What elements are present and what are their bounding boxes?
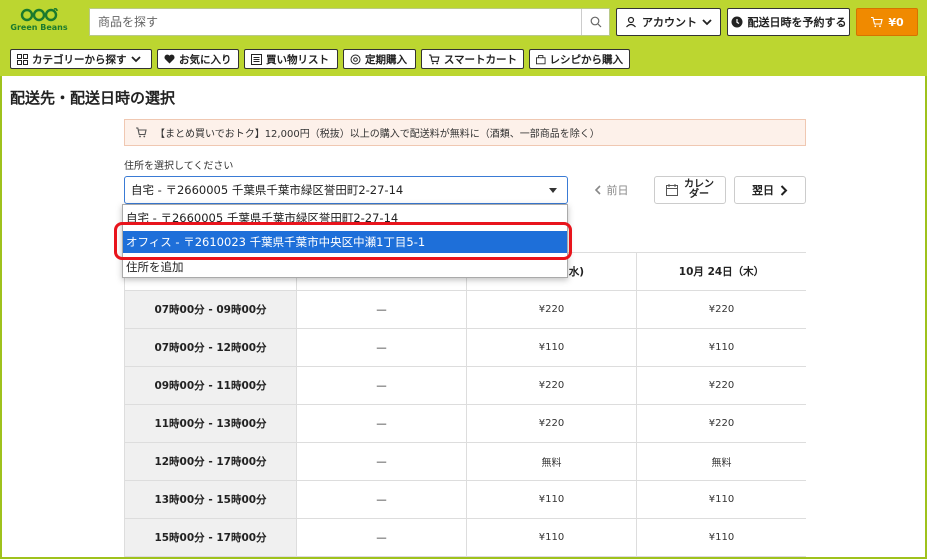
calendar-label: カレンダー	[684, 179, 714, 200]
time-slot: 09時00分 - 11時00分	[124, 366, 297, 405]
logo-text: Green Beans	[10, 23, 68, 32]
nav-subscription-button[interactable]: 定期購入	[343, 49, 416, 69]
slot-price[interactable]: 無料	[636, 442, 806, 481]
delivery-slot-table: (水) 10月 24日（木） 07時00分 - 09時00分 — ¥220 ¥2…	[124, 252, 806, 559]
address-select[interactable]: 自宅 - 〒2660005 千葉県千葉市緑区誉田町2-27-14	[124, 176, 568, 204]
cart-icon	[136, 127, 147, 138]
address-option-office[interactable]: オフィス - 〒2610023 千葉県千葉市中央区中瀬1丁目5-1	[123, 231, 567, 253]
nav-favorites-button[interactable]: お気に入り	[157, 49, 239, 69]
table-row: 13時00分 - 15時00分 — ¥110 ¥110	[124, 480, 806, 519]
nav-shopping-list-button[interactable]: 買い物リスト	[244, 49, 338, 69]
nav-label: カテゴリーから探す	[32, 53, 127, 66]
slot-unavailable: —	[296, 404, 467, 443]
address-dropdown-list: 自宅 - 〒2660005 千葉県千葉市緑区誉田町2-27-14 オフィス - …	[122, 204, 568, 278]
table-row: 07時00分 - 12時00分 — ¥110 ¥110	[124, 328, 806, 367]
repeat-icon	[350, 54, 361, 64]
slot-unavailable: —	[296, 328, 467, 367]
table-row: 07時00分 - 09時00分 — ¥220 ¥220	[124, 290, 806, 329]
search-icon	[590, 16, 601, 28]
reserve-label: 配送日時を予約する	[747, 16, 847, 29]
account-button[interactable]: アカウント	[616, 8, 721, 36]
slot-price[interactable]: ¥220	[636, 404, 806, 443]
table-row: 15時00分 - 17時00分 — ¥110 ¥110	[124, 518, 806, 557]
next-day-label: 翌日	[752, 184, 774, 197]
slot-price[interactable]: ¥110	[466, 518, 637, 557]
chevron-down-icon	[702, 19, 712, 26]
time-slot: 11時00分 - 13時00分	[124, 404, 297, 443]
address-label: 住所を選択してください	[124, 161, 234, 172]
next-day-button[interactable]: 翌日	[734, 176, 806, 204]
nav-label: 買い物リスト	[266, 53, 329, 66]
slot-unavailable: —	[296, 518, 467, 557]
slot-price[interactable]: ¥220	[466, 366, 637, 405]
user-icon	[626, 16, 636, 28]
nav-label: 定期購入	[365, 53, 407, 66]
nav-label: スマートカート	[443, 53, 517, 66]
time-slot: 12時00分 - 17時00分	[124, 442, 297, 481]
prev-day-button[interactable]: 前日	[576, 176, 646, 204]
chevron-down-icon	[130, 56, 141, 63]
search-button[interactable]	[581, 9, 609, 35]
address-option-add[interactable]: 住所を追加	[123, 256, 567, 278]
slot-price[interactable]: ¥110	[636, 328, 806, 367]
slot-unavailable: —	[296, 480, 467, 519]
list-icon	[251, 53, 262, 65]
reserve-delivery-button[interactable]: 配送日時を予約する	[727, 8, 850, 36]
slot-price[interactable]: ¥110	[636, 518, 806, 557]
time-slot: 07時00分 - 09時00分	[124, 290, 297, 329]
grid-icon	[17, 53, 28, 65]
caret-down-icon	[549, 188, 557, 193]
recipe-icon	[536, 54, 546, 64]
slot-price[interactable]: ¥110	[636, 480, 806, 519]
heart-icon	[164, 54, 175, 64]
address-selected-value: 自宅 - 〒2660005 千葉県千葉市緑区誉田町2-27-14	[131, 183, 404, 197]
cart-icon	[871, 16, 884, 28]
calendar-button[interactable]: カレンダー	[654, 176, 726, 204]
clock-icon	[731, 16, 742, 28]
logo[interactable]: Green Beans	[10, 6, 68, 38]
time-slot: 13時00分 - 15時00分	[124, 480, 297, 519]
address-option-home[interactable]: 自宅 - 〒2660005 千葉県千葉市緑区誉田町2-27-14	[123, 207, 567, 229]
slot-unavailable: —	[296, 442, 467, 481]
calendar-icon	[666, 184, 678, 196]
prev-day-label: 前日	[606, 184, 629, 197]
slot-price[interactable]: 無料	[466, 442, 637, 481]
table-row: 09時00分 - 11時00分 — ¥220 ¥220	[124, 366, 806, 405]
slot-price[interactable]: ¥110	[466, 328, 637, 367]
chevron-left-icon	[594, 185, 601, 195]
nav-label: レシピから購入	[549, 53, 624, 66]
nav-label: お気に入り	[179, 53, 232, 66]
logo-rings-icon	[20, 8, 58, 22]
promo-banner: 【まとめ買いでおトク】12,000円（税抜）以上の購入で配送料が無料に（酒類、一…	[124, 119, 806, 146]
cart-button[interactable]: ¥0	[856, 8, 918, 36]
time-slot: 15時00分 - 17時00分	[124, 518, 297, 557]
table-header: 10月 24日（木）	[636, 252, 806, 291]
slot-price[interactable]: ¥220	[466, 404, 637, 443]
cart-total: ¥0	[888, 15, 904, 29]
nav-category-button[interactable]: カテゴリーから探す	[10, 49, 152, 69]
account-label: アカウント	[642, 16, 697, 29]
header: Green Beans アカウント 配送日時を予約する	[0, 0, 927, 76]
search-input[interactable]	[98, 9, 568, 35]
nav-smart-cart-button[interactable]: スマートカート	[421, 49, 524, 69]
chevron-right-icon	[780, 184, 788, 196]
search-box	[89, 8, 610, 36]
time-slot: 07時00分 - 12時00分	[124, 328, 297, 367]
slot-unavailable: —	[296, 366, 467, 405]
slot-price[interactable]: ¥220	[466, 290, 637, 329]
slot-unavailable: —	[296, 290, 467, 329]
table-row: 12時00分 - 17時00分 — 無料 無料	[124, 442, 806, 481]
page-title: 配送先・配送日時の選択	[10, 89, 176, 107]
slot-price[interactable]: ¥110	[466, 480, 637, 519]
slot-price[interactable]: ¥220	[636, 290, 806, 329]
nav-recipe-button[interactable]: レシピから購入	[529, 49, 630, 69]
table-row: 11時00分 - 13時00分 — ¥220 ¥220	[124, 404, 806, 443]
slot-price[interactable]: ¥220	[636, 366, 806, 405]
promo-text: 【まとめ買いでおトク】12,000円（税抜）以上の購入で配送料が無料に（酒類、一…	[155, 129, 600, 140]
cart-icon	[428, 54, 440, 64]
